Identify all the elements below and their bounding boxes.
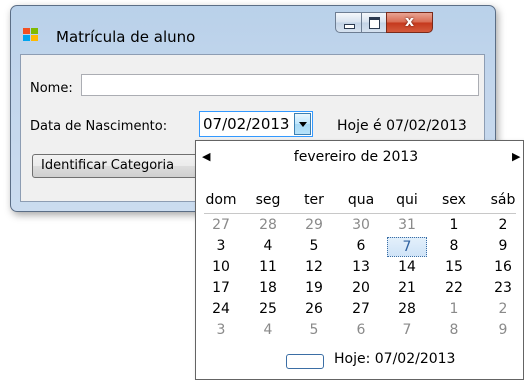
- calendar-day[interactable]: 3: [201, 238, 241, 254]
- weekday-label: seg: [255, 192, 281, 208]
- calendar-day[interactable]: 4: [248, 238, 288, 254]
- calendar-day[interactable]: 22: [434, 280, 474, 296]
- close-button[interactable]: x: [386, 12, 433, 33]
- weekday-label: sáb: [490, 192, 516, 208]
- today-link[interactable]: Hoje: 07/02/2013: [334, 351, 455, 367]
- minimize-button[interactable]: [335, 12, 362, 33]
- calendar-day[interactable]: 12: [294, 259, 334, 275]
- calendar-day-other-month[interactable]: 8: [434, 322, 474, 338]
- calendar-day-other-month[interactable]: 2: [483, 301, 523, 317]
- weekday-label: dom: [205, 192, 237, 208]
- calendar-day-other-month[interactable]: 1: [434, 301, 474, 317]
- weekday-label: qui: [396, 192, 418, 208]
- calendar-day-other-month[interactable]: 30: [341, 217, 381, 233]
- calendar-day[interactable]: 16: [483, 259, 523, 275]
- calendar-week-row: 3456789: [201, 237, 523, 258]
- calendar-day[interactable]: 20: [341, 280, 381, 296]
- icon-quadrant: [23, 28, 30, 34]
- calendar-week-row: 17 18 19 20 21 22 23: [201, 280, 523, 300]
- calendar-day[interactable]: 21: [387, 280, 427, 296]
- calendar-day[interactable]: 1: [434, 217, 474, 233]
- calendar-day[interactable]: 5: [294, 238, 334, 254]
- calendar-day[interactable]: 25: [248, 301, 288, 317]
- data-nascimento-label: Data de Nascimento:: [30, 119, 168, 134]
- next-month-icon[interactable]: ▶: [512, 150, 520, 163]
- calendar-week-row: 3456789: [201, 322, 523, 342]
- date-picker-value[interactable]: 07/02/2013: [203, 115, 289, 133]
- today-marker-icon[interactable]: [286, 354, 324, 369]
- calendar-day[interactable]: 26: [294, 301, 334, 317]
- calendar-day-other-month[interactable]: 29: [294, 217, 334, 233]
- month-title[interactable]: fevereiro de 2013: [286, 149, 426, 165]
- calendar-week-row: 27 28 29 30 31 1 2: [201, 217, 523, 237]
- icon-quadrant: [31, 28, 38, 34]
- minimize-icon: [344, 24, 355, 29]
- calendar-day-selected[interactable]: 7: [387, 237, 427, 257]
- calendar-day-grid: 27 28 29 30 31 1 2 3 4 5 6 7 8 9 10 11 12 13 14 15 16 17 18 19 2…: [201, 217, 523, 342]
- calendar-day[interactable]: 15: [434, 259, 474, 275]
- calendar-day[interactable]: 14: [387, 259, 427, 275]
- calendar-day[interactable]: 23: [483, 280, 523, 296]
- calendar-day[interactable]: 13: [341, 259, 381, 275]
- calendar-day[interactable]: 2: [483, 217, 523, 233]
- calendar-day[interactable]: 24: [201, 301, 241, 317]
- calendar-day[interactable]: 10: [201, 259, 241, 275]
- calendar-day[interactable]: 27: [341, 301, 381, 317]
- calendar-day-other-month[interactable]: 27: [201, 217, 241, 233]
- calendar-day[interactable]: 28: [387, 301, 427, 317]
- maximize-button[interactable]: [361, 12, 387, 33]
- calendar-day[interactable]: 17: [201, 280, 241, 296]
- weekday-label: qua: [347, 192, 375, 208]
- calendar-day[interactable]: 6: [341, 238, 381, 254]
- calendar-week-row: 10 11 12 13 14 15 16: [201, 259, 523, 279]
- date-picker[interactable]: 07/02/2013: [199, 111, 313, 137]
- nome-input[interactable]: [81, 74, 479, 96]
- calendar-day-other-month[interactable]: 5: [294, 322, 334, 338]
- calendar-dropdown: ◀ fevereiro de 2013 ▶ dom seg ter qua qu…: [195, 140, 524, 380]
- prev-month-icon[interactable]: ◀: [202, 150, 210, 163]
- icon-quadrant: [23, 35, 30, 41]
- calendar-day[interactable]: 11: [248, 259, 288, 275]
- identificar-categoria-button[interactable]: Identificar Categoria: [32, 154, 200, 178]
- calendar-week-row: 24 25 26 27 28 1 2: [201, 301, 523, 321]
- weekday-label: sex: [442, 192, 466, 208]
- hoje-label: Hoje é 07/02/2013: [337, 118, 467, 134]
- windows-form-icon: [23, 28, 39, 42]
- maximize-icon: [369, 17, 380, 29]
- calendar-day-other-month[interactable]: 3: [201, 322, 241, 338]
- calendar-day[interactable]: 19: [294, 280, 334, 296]
- calendar-day-other-month[interactable]: 7: [387, 322, 427, 338]
- dropdown-arrow-button[interactable]: [294, 113, 311, 135]
- close-icon: x: [404, 14, 415, 30]
- calendar-day-other-month[interactable]: 28: [248, 217, 288, 233]
- calendar-day-other-month[interactable]: 31: [387, 217, 427, 233]
- nome-label: Nome:: [30, 81, 73, 96]
- icon-quadrant: [31, 35, 38, 41]
- calendar-day[interactable]: 9: [483, 238, 523, 254]
- window-title: Matrícula de aluno: [56, 28, 196, 46]
- calendar-day-other-month[interactable]: 6: [341, 322, 381, 338]
- weekday-separator: [204, 213, 516, 214]
- calendar-day-other-month[interactable]: 4: [248, 322, 288, 338]
- calendar-day[interactable]: 8: [434, 238, 474, 254]
- calendar-day-other-month[interactable]: 9: [483, 322, 523, 338]
- title-bar[interactable]: Matrícula de aluno x: [11, 6, 495, 54]
- calendar-day[interactable]: 18: [248, 280, 288, 296]
- weekday-header: dom seg ter qua qui sex sáb: [201, 192, 523, 212]
- weekday-label: ter: [304, 192, 324, 208]
